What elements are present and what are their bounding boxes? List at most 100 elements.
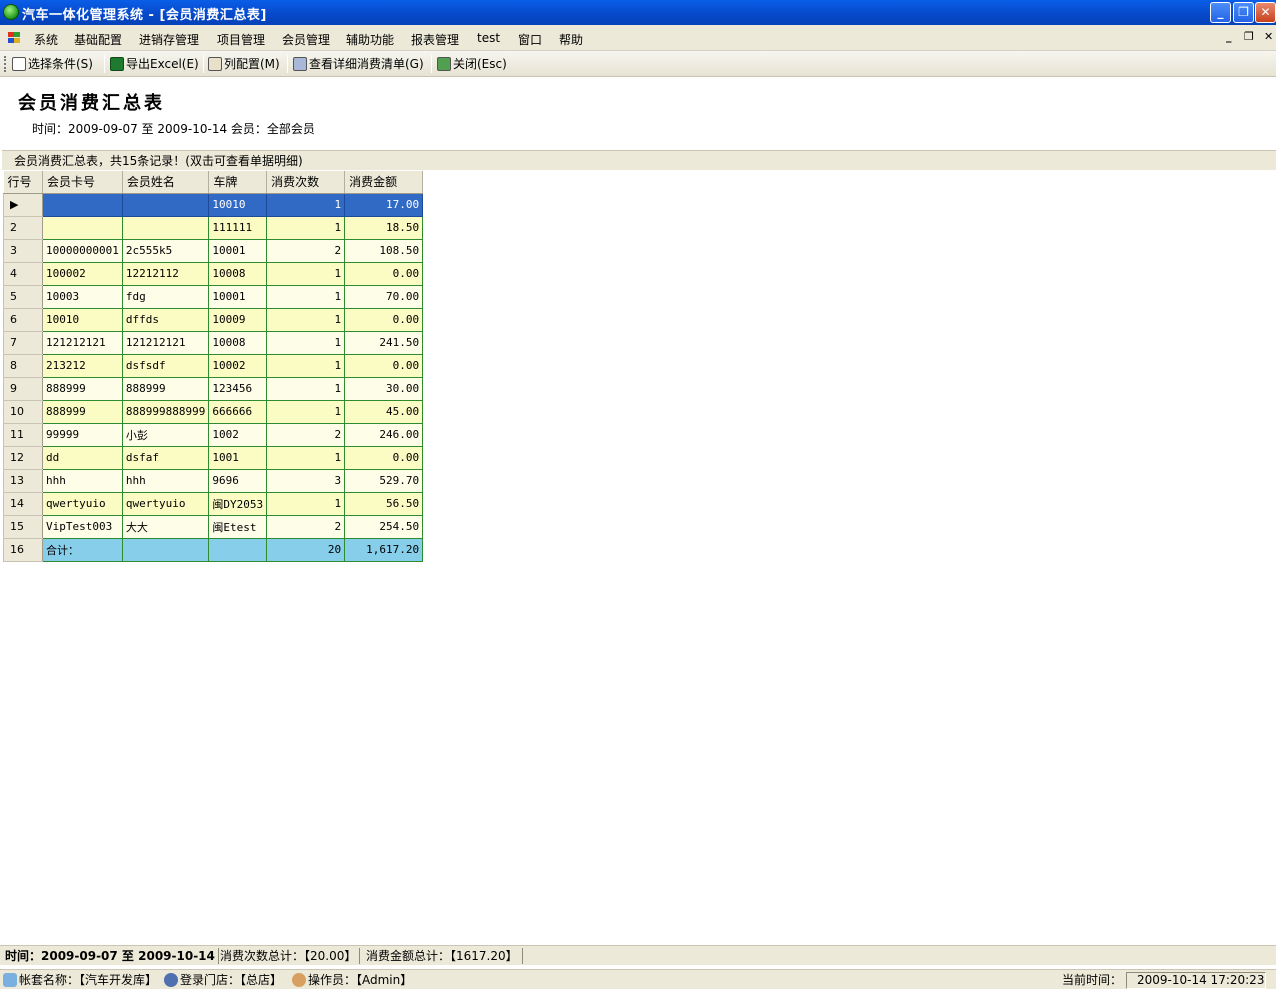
cell-card[interactable]: 10000000001 bbox=[42, 238, 123, 263]
table-row[interactable]: 14 qwertyuio qwertyuio 闽DY2053 1 56.50 bbox=[3, 491, 424, 516]
menu-member[interactable]: 会员管理 bbox=[282, 31, 330, 48]
menu-help[interactable]: 帮助 bbox=[559, 31, 583, 48]
cell-amount[interactable]: 0.00 bbox=[344, 307, 424, 332]
row-number[interactable]: 16 bbox=[3, 537, 43, 562]
cell-card[interactable]: 10003 bbox=[42, 284, 123, 309]
cell-amount[interactable]: 17.00 bbox=[344, 192, 424, 217]
row-number[interactable]: 14 bbox=[3, 491, 43, 516]
table-row[interactable]: 10 888999 888999888999 666666 1 45.00 bbox=[3, 399, 424, 424]
cell-name[interactable]: 888999 bbox=[121, 376, 210, 401]
cell-name[interactable] bbox=[121, 537, 210, 562]
row-number[interactable]: 12 bbox=[3, 445, 43, 470]
row-number[interactable]: 8 bbox=[3, 353, 43, 378]
cell-name[interactable]: 888999888999 bbox=[121, 399, 210, 424]
total-label[interactable]: 合计： bbox=[42, 537, 123, 562]
cell-card[interactable]: 888999 bbox=[42, 376, 123, 401]
cell-count[interactable]: 2 bbox=[266, 422, 346, 447]
cell-card[interactable]: 213212 bbox=[42, 353, 123, 378]
menu-report[interactable]: 报表管理 bbox=[411, 31, 459, 48]
row-number[interactable]: 11 bbox=[3, 422, 43, 447]
cell-amount[interactable]: 70.00 bbox=[344, 284, 424, 309]
row-number[interactable]: 2 bbox=[3, 215, 43, 240]
col-header-name[interactable]: 会员姓名 bbox=[122, 171, 210, 194]
export-excel-button[interactable]: 导出Excel(E) bbox=[110, 55, 199, 73]
row-number[interactable]: 13 bbox=[3, 468, 43, 493]
cell-amount[interactable]: 30.00 bbox=[344, 376, 424, 401]
cell-count[interactable]: 1 bbox=[266, 215, 346, 240]
cell-plate[interactable]: 10009 bbox=[208, 307, 268, 332]
table-row[interactable]: 5 10003 fdg 10001 1 70.00 bbox=[3, 284, 424, 309]
cell-card[interactable]: qwertyuio bbox=[42, 491, 123, 516]
select-condition-button[interactable]: 选择条件(S) bbox=[12, 55, 93, 73]
col-header-amount[interactable]: 消费金额 bbox=[344, 171, 424, 194]
cell-card[interactable]: dd bbox=[42, 445, 123, 470]
cell-count[interactable]: 1 bbox=[266, 261, 346, 286]
menu-inventory[interactable]: 进销存管理 bbox=[139, 31, 199, 48]
mdi-restore-button[interactable]: ❐ bbox=[1244, 30, 1254, 43]
cell-plate[interactable]: 10008 bbox=[208, 330, 268, 355]
cell-amount[interactable]: 254.50 bbox=[344, 514, 424, 539]
cell-plate[interactable]: 9696 bbox=[208, 468, 268, 493]
row-number[interactable]: ▶ bbox=[3, 192, 43, 217]
close-window-button[interactable]: ✕ bbox=[1255, 2, 1276, 23]
cell-name[interactable]: 121212121 bbox=[121, 330, 210, 355]
cell-count[interactable]: 1 bbox=[266, 399, 346, 424]
table-row[interactable]: 4 100002 12212112 10008 1 0.00 bbox=[3, 261, 424, 286]
cell-name[interactable] bbox=[121, 215, 210, 240]
table-row[interactable]: 15 VipTest003 大大 闽Etest 2 254.50 bbox=[3, 514, 424, 539]
table-row[interactable]: 6 10010 dffds 10009 1 0.00 bbox=[3, 307, 424, 332]
table-row[interactable]: 3 10000000001 2c555k5 10001 2 108.50 bbox=[3, 238, 424, 263]
menu-system[interactable]: 系统 bbox=[34, 31, 58, 48]
table-row[interactable]: 13 hhh hhh 9696 3 529.70 bbox=[3, 468, 424, 493]
col-header-card[interactable]: 会员卡号 bbox=[42, 171, 123, 194]
row-number[interactable]: 10 bbox=[3, 399, 43, 424]
cell-amount[interactable]: 18.50 bbox=[344, 215, 424, 240]
row-number[interactable]: 7 bbox=[3, 330, 43, 355]
title-bar[interactable]: 汽车一体化管理系统 - [会员消费汇总表] _ ❐ ✕ bbox=[0, 0, 1276, 25]
cell-amount[interactable]: 0.00 bbox=[344, 261, 424, 286]
cell-amount[interactable]: 0.00 bbox=[344, 353, 424, 378]
cell-card[interactable]: 121212121 bbox=[42, 330, 123, 355]
cell-plate[interactable]: 10002 bbox=[208, 353, 268, 378]
cell-plate[interactable]: 闽Etest bbox=[208, 514, 268, 539]
cell-count[interactable]: 1 bbox=[266, 353, 346, 378]
cell-card[interactable] bbox=[42, 215, 123, 240]
cell-plate[interactable]: 1001 bbox=[208, 445, 268, 470]
summary-grid[interactable]: 行号 会员卡号 会员姓名 车牌 消费次数 消费金额 ▶ 10010 1 17.00 2 1… bbox=[3, 171, 424, 562]
cell-count[interactable]: 1 bbox=[266, 491, 346, 516]
menu-window[interactable]: 窗口 bbox=[518, 31, 542, 48]
cell-plate[interactable]: 1002 bbox=[208, 422, 268, 447]
cell-name[interactable]: dsfsdf bbox=[121, 353, 210, 378]
cell-plate[interactable]: 10001 bbox=[208, 284, 268, 309]
col-header-plate[interactable]: 车牌 bbox=[208, 171, 268, 194]
row-number[interactable]: 6 bbox=[3, 307, 43, 332]
cell-name[interactable]: 12212112 bbox=[121, 261, 210, 286]
cell-card[interactable]: 10010 bbox=[42, 307, 123, 332]
table-row[interactable]: 12 dd dsfaf 1001 1 0.00 bbox=[3, 445, 424, 470]
cell-name[interactable]: 小彭 bbox=[121, 422, 210, 447]
cell-amount[interactable]: 246.00 bbox=[344, 422, 424, 447]
table-row[interactable]: 9 888999 888999 123456 1 30.00 bbox=[3, 376, 424, 401]
cell-name[interactable]: fdg bbox=[121, 284, 210, 309]
row-number[interactable]: 9 bbox=[3, 376, 43, 401]
cell-name[interactable]: dffds bbox=[121, 307, 210, 332]
row-number[interactable]: 3 bbox=[3, 238, 43, 263]
cell-amount[interactable]: 0.00 bbox=[344, 445, 424, 470]
cell-name[interactable]: 大大 bbox=[121, 514, 210, 539]
menu-test[interactable]: test bbox=[477, 31, 500, 45]
mdi-close-button[interactable]: ✕ bbox=[1264, 30, 1273, 43]
cell-count[interactable]: 3 bbox=[266, 468, 346, 493]
cell-plate[interactable]: 10001 bbox=[208, 238, 268, 263]
cell-name[interactable]: 2c555k5 bbox=[121, 238, 210, 263]
cell-plate[interactable]: 闽DY2053 bbox=[208, 491, 268, 516]
cell-amount[interactable]: 45.00 bbox=[344, 399, 424, 424]
cell-plate[interactable]: 123456 bbox=[208, 376, 268, 401]
cell-name[interactable]: dsfaf bbox=[121, 445, 210, 470]
cell-plate[interactable]: 111111 bbox=[208, 215, 268, 240]
row-number[interactable]: 15 bbox=[3, 514, 43, 539]
table-row[interactable]: 7 121212121 121212121 10008 1 241.50 bbox=[3, 330, 424, 355]
menu-aux[interactable]: 辅助功能 bbox=[346, 31, 394, 48]
table-row[interactable]: 8 213212 dsfsdf 10002 1 0.00 bbox=[3, 353, 424, 378]
table-row[interactable]: 2 111111 1 18.50 bbox=[3, 215, 424, 240]
cell-count[interactable]: 2 bbox=[266, 514, 346, 539]
